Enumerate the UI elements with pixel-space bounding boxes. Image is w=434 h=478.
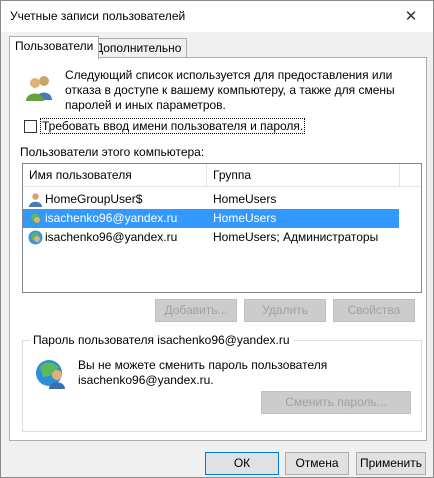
users-icon — [26, 76, 52, 101]
list-header: Имя пользователя Группа — [23, 164, 421, 187]
users-list-label: Пользователи этого компьютера: — [20, 145, 205, 159]
row-group: HomeUsers — [213, 211, 277, 225]
row-group: HomeUsers — [213, 192, 277, 206]
require-login-label-text: Требовать ввод имени пользователя и паро… — [42, 119, 304, 133]
table-row[interactable]: HomeGroupUser$ HomeUsers — [23, 190, 399, 209]
column-header-group[interactable]: Группа — [213, 168, 251, 182]
row-group: HomeUsers; Администраторы — [213, 230, 379, 244]
user-icon — [28, 230, 43, 245]
info-text: Следующий список используется для предос… — [65, 68, 395, 112]
password-info-text: Вы не можете сменить пароль пользователя… — [78, 358, 328, 387]
password-groupbox: Пароль пользователя isachenko96@yandex.r… — [22, 333, 422, 432]
table-row[interactable]: isachenko96@yandex.ru HomeUsers; Админис… — [23, 228, 399, 247]
properties-button[interactable]: Свойства — [333, 299, 415, 322]
remove-user-button[interactable]: Удалить — [244, 299, 326, 322]
ok-button[interactable]: ОК — [205, 452, 279, 475]
tab-users[interactable]: Пользователи — [9, 36, 100, 59]
change-password-button[interactable]: Сменить пароль... — [261, 391, 411, 414]
column-header-username[interactable]: Имя пользователя — [29, 168, 132, 182]
password-group-title: Пароль пользователя isachenko96@yandex.r… — [30, 333, 293, 347]
user-globe-icon — [36, 360, 65, 389]
column-separator[interactable] — [399, 164, 400, 186]
title-bar[interactable]: Учетные записи пользователей ✕ — [1, 1, 433, 32]
require-login-label[interactable]: Требовать ввод имени пользователя и паро… — [40, 118, 306, 134]
row-username: isachenko96@yandex.ru — [45, 211, 178, 225]
window-title: Учетные записи пользователей — [10, 9, 186, 23]
row-username: isachenko96@yandex.ru — [45, 230, 178, 244]
table-row[interactable]: isachenko96@yandex.ru HomeUsers — [23, 209, 399, 228]
users-list[interactable]: Имя пользователя Группа HomeGroupUser$ H… — [22, 163, 422, 293]
user-accounts-window: Учетные записи пользователей ✕ Пользоват… — [0, 0, 434, 478]
add-user-button[interactable]: Добавить... — [155, 299, 237, 322]
users-tab-panel: Следующий список используется для предос… — [9, 57, 427, 441]
cancel-button[interactable]: Отмена — [285, 452, 349, 475]
close-icon[interactable]: ✕ — [389, 1, 433, 32]
column-separator[interactable] — [206, 164, 207, 186]
tab-advanced[interactable]: Дополнительно — [89, 38, 188, 58]
require-login-checkbox[interactable] — [24, 120, 37, 133]
user-icon — [29, 193, 42, 207]
row-username: HomeGroupUser$ — [45, 192, 143, 206]
apply-button[interactable]: Применить — [356, 452, 426, 475]
user-icon — [28, 211, 43, 226]
